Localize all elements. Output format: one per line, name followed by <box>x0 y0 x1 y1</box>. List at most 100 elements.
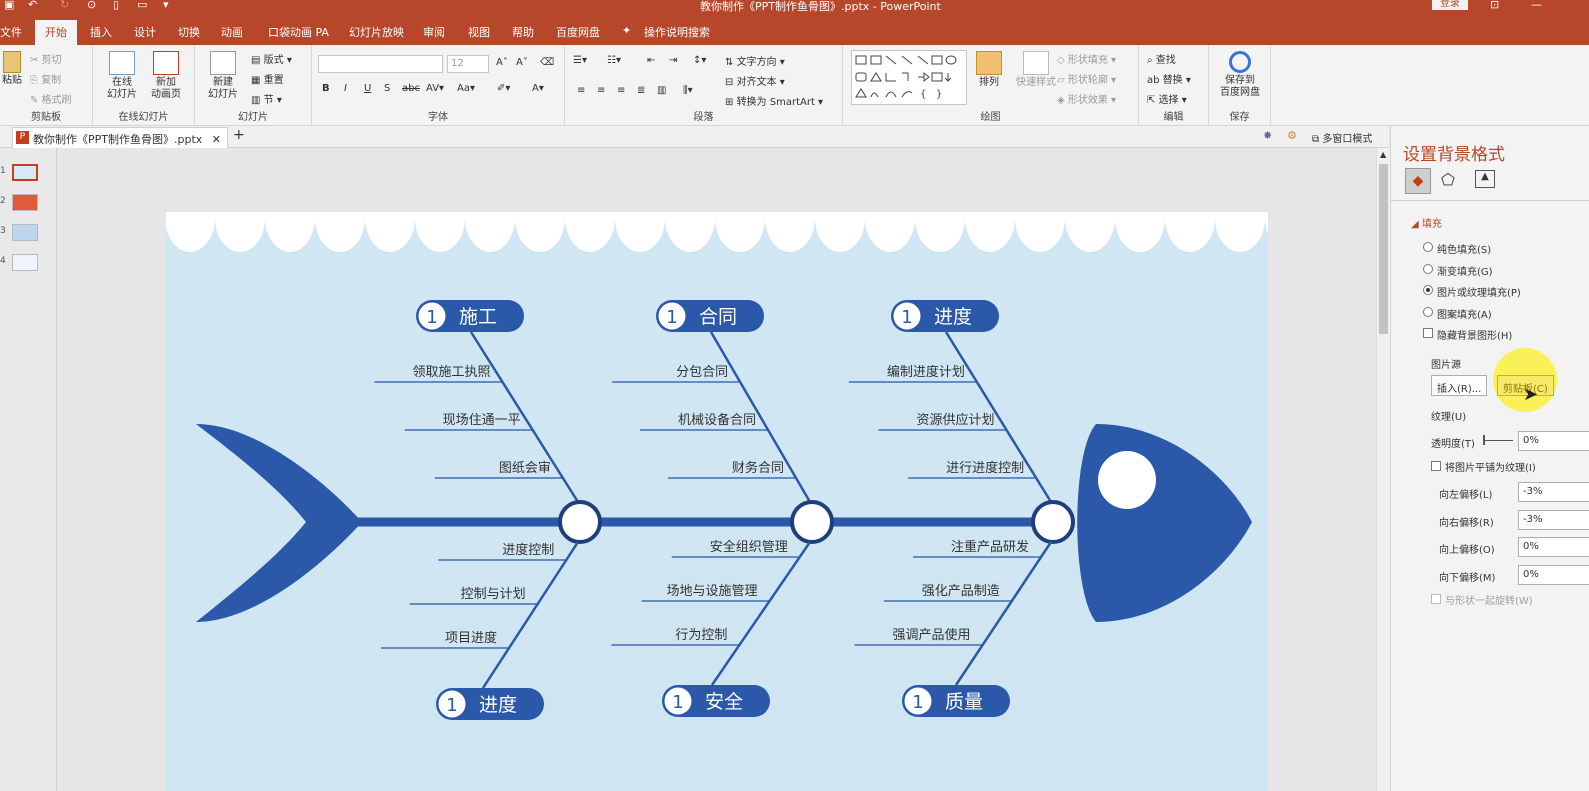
pattern-fill-radio[interactable] <box>1423 307 1433 317</box>
slide-thumbnail-3[interactable] <box>12 224 38 241</box>
font-color-icon[interactable]: A▾ <box>532 83 544 94</box>
tell-me-search[interactable]: 操作说明搜索 <box>644 24 710 40</box>
rotate-with-shape-checkbox[interactable] <box>1431 594 1441 604</box>
open-folder-icon[interactable]: ▭ <box>137 0 147 11</box>
effects-tab-icon[interactable]: ⬠ <box>1441 170 1455 189</box>
slide-thumbnail-1[interactable] <box>12 164 38 181</box>
new-tab-icon[interactable]: + <box>233 127 245 143</box>
section-button[interactable]: ▥ 节 ▾ <box>251 91 282 106</box>
align-right-icon[interactable]: ≡ <box>617 85 625 96</box>
decrease-indent-icon[interactable]: ⇤ <box>647 55 655 66</box>
replace-button[interactable]: ab 替换 ▾ <box>1147 71 1191 86</box>
tab-review[interactable]: 审阅 <box>423 24 445 40</box>
line-spacing-icon[interactable]: ↕▾ <box>693 55 706 66</box>
strikethrough-icon[interactable]: abc <box>402 83 420 94</box>
tab-baidu-pan[interactable]: 百度网盘 <box>556 24 600 40</box>
offset-right-input[interactable]: -3% <box>1518 510 1589 530</box>
font-size-combo[interactable]: 12 <box>447 55 489 73</box>
login-button[interactable]: 登录 <box>1432 0 1468 10</box>
quick-styles-button[interactable]: 快速样式 <box>1011 51 1061 89</box>
bold-icon[interactable]: B <box>322 83 330 94</box>
tab-file[interactable]: 文件 <box>0 24 22 40</box>
picture-fill-radio[interactable] <box>1423 285 1433 295</box>
redo-icon[interactable]: ↻ <box>60 0 69 11</box>
shapes-gallery[interactable]: { } <box>851 50 967 105</box>
scrollbar-thumb[interactable] <box>1379 164 1388 334</box>
pin-icon[interactable]: ✸ <box>1263 129 1272 142</box>
new-anim-page-button[interactable]: 新加 动画页 <box>143 51 189 101</box>
tab-help[interactable]: 帮助 <box>512 24 534 40</box>
align-text-button[interactable]: ⊟ 对齐文本 ▾ <box>725 73 785 88</box>
clear-format-icon[interactable]: ⌫ <box>540 57 554 68</box>
reset-button[interactable]: ▦ 重置 <box>251 71 284 86</box>
shape-fill-button[interactable]: ◇ 形状填充 ▾ <box>1057 51 1116 66</box>
paste-button[interactable]: 粘贴 <box>0 51 24 87</box>
tab-view[interactable]: 视图 <box>468 24 490 40</box>
save-icon[interactable]: ▣ <box>4 0 14 11</box>
arrange-button[interactable]: 排列 <box>973 51 1005 89</box>
minimize-icon[interactable]: — <box>1531 0 1542 11</box>
underline-icon[interactable]: U <box>364 83 371 94</box>
offset-left-input[interactable]: -3% <box>1518 482 1589 502</box>
offset-bottom-input[interactable]: 0% <box>1518 565 1589 585</box>
texture-label[interactable]: 纹理(U) <box>1431 408 1466 423</box>
tab-transitions[interactable]: 切换 <box>178 24 200 40</box>
slide-thumbnail-4[interactable] <box>12 254 38 271</box>
present-from-start-icon[interactable]: ⊙ <box>87 0 96 11</box>
tab-design[interactable]: 设计 <box>134 24 156 40</box>
vertical-scrollbar[interactable]: ▲ <box>1376 148 1390 791</box>
font-family-combo[interactable] <box>318 55 443 73</box>
convert-smartart-button[interactable]: ⊞ 转换为 SmartArt ▾ <box>725 93 823 108</box>
highlight-icon[interactable]: ✐▾ <box>497 83 510 94</box>
find-button[interactable]: ⌕ 查找 <box>1147 51 1176 66</box>
shape-outline-button[interactable]: ▱ 形状轮廓 ▾ <box>1057 71 1116 86</box>
transparency-slider[interactable] <box>1483 440 1513 441</box>
text-direction-button[interactable]: ⇅ 文字方向 ▾ <box>725 53 785 68</box>
new-file-icon[interactable]: ▯ <box>113 0 119 11</box>
settings-gear-icon[interactable]: ⚙ <box>1287 129 1297 142</box>
new-slide-button[interactable]: 新建 幻灯片 <box>199 51 247 101</box>
copy-button[interactable]: ⎘ 复制 <box>30 71 61 86</box>
solid-fill-radio[interactable] <box>1423 242 1433 252</box>
italic-icon[interactable]: I <box>344 83 347 94</box>
tab-insert[interactable]: 插入 <box>90 24 112 40</box>
close-tab-icon[interactable]: ✕ <box>212 133 221 146</box>
columns-icon[interactable]: ⫼▾ <box>683 85 693 96</box>
change-case-icon[interactable]: Aa▾ <box>457 83 475 94</box>
ribbon-display-options-icon[interactable]: ⊡ <box>1490 0 1499 11</box>
tab-animations[interactable]: 动画 <box>221 24 243 40</box>
cut-button[interactable]: ✂ 剪切 <box>30 51 62 66</box>
fill-tab-icon[interactable]: ◆ <box>1405 168 1431 194</box>
hide-bg-graphics-checkbox[interactable] <box>1423 328 1433 338</box>
format-painter-button[interactable]: ✎ 格式刷 <box>30 91 72 106</box>
transparency-input[interactable]: 0% <box>1518 431 1589 451</box>
undo-icon[interactable]: ↶ <box>28 0 37 11</box>
tile-texture-checkbox[interactable] <box>1431 461 1441 471</box>
tab-pocket-animation[interactable]: 口袋动画 PA <box>268 24 329 40</box>
shape-effects-button[interactable]: ◈ 形状效果 ▾ <box>1057 91 1116 106</box>
select-button[interactable]: ⇱ 选择 ▾ <box>1147 91 1187 106</box>
picture-tab-icon[interactable]: ▲ <box>1475 170 1495 188</box>
slide-thumbnail-2[interactable] <box>12 194 38 211</box>
grow-font-icon[interactable]: A˄ <box>496 57 508 68</box>
align-center-icon[interactable]: ≡ <box>597 85 605 96</box>
multi-window-button[interactable]: ⧉ 多窗口模式 <box>1312 130 1372 145</box>
align-left-icon[interactable]: ≡ <box>577 85 585 96</box>
insert-image-button[interactable]: 插入(R)... <box>1431 375 1488 396</box>
tab-home[interactable]: 开始 <box>35 20 77 45</box>
gradient-fill-radio[interactable] <box>1423 264 1433 274</box>
shrink-font-icon[interactable]: A˅ <box>516 57 528 68</box>
fill-section-toggle[interactable]: ◢ 填充 <box>1411 215 1442 230</box>
bullets-icon[interactable]: ☰▾ <box>573 55 587 66</box>
shadow-icon[interactable]: S <box>384 83 390 94</box>
increase-indent-icon[interactable]: ⇥ <box>669 55 677 66</box>
document-tab[interactable]: P 教你制作《PPT制作鱼骨图》.pptx ✕ <box>12 127 228 148</box>
char-spacing-icon[interactable]: AV▾ <box>426 83 444 94</box>
layout-button[interactable]: ▤ 版式 ▾ <box>251 51 292 66</box>
transparency-slider-handle[interactable] <box>1483 435 1485 445</box>
distributed-icon[interactable]: ▥ <box>657 85 666 96</box>
justify-icon[interactable]: ≣ <box>637 85 645 96</box>
online-slides-button[interactable]: 在线 幻灯片 <box>99 51 145 101</box>
slide-fishbone[interactable]: 领取施工执照 现场住通一平 图纸会审 1 施工 分包合同 机械设备合同 财务合同 1 合同 编制进度… <box>166 212 1268 791</box>
numbering-icon[interactable]: ☷▾ <box>607 55 621 66</box>
